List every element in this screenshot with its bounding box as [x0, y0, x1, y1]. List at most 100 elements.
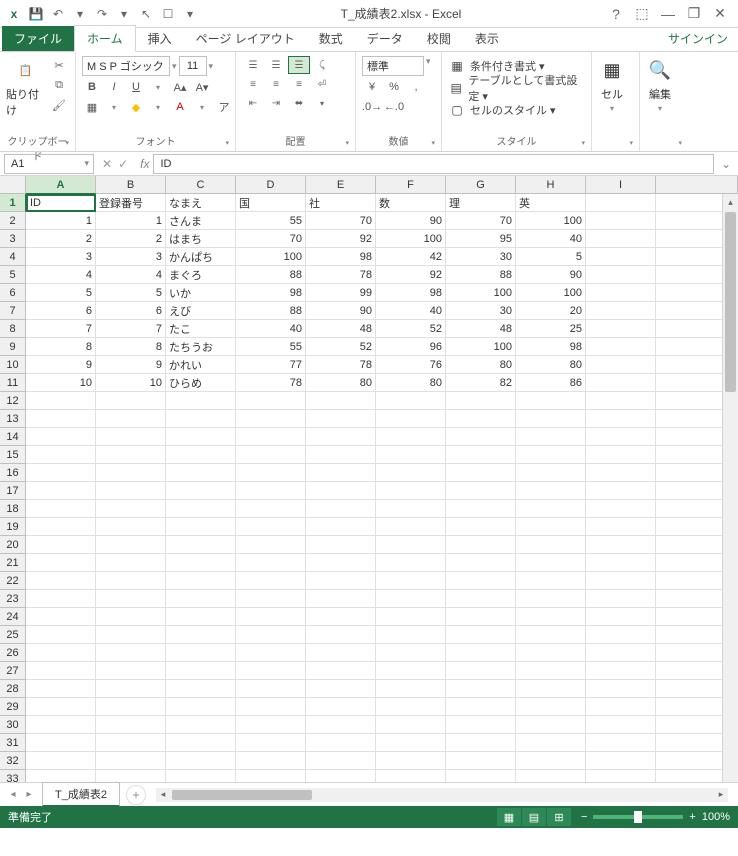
cell[interactable]: [166, 716, 236, 734]
cell[interactable]: 95: [446, 230, 516, 248]
cell[interactable]: 42: [376, 248, 446, 266]
view-page-layout-icon[interactable]: ▤: [522, 808, 546, 826]
cell[interactable]: 80: [306, 374, 376, 392]
cell[interactable]: [96, 446, 166, 464]
col-header[interactable]: B: [96, 176, 166, 194]
cell[interactable]: 6: [96, 302, 166, 320]
underline-button[interactable]: U: [126, 78, 146, 96]
cell[interactable]: [166, 446, 236, 464]
qat-drop2-icon[interactable]: ▾: [116, 6, 132, 22]
cell[interactable]: 77: [236, 356, 306, 374]
cells-button[interactable]: ▦ セル ▾: [598, 56, 626, 113]
cell[interactable]: 7: [26, 320, 96, 338]
cell[interactable]: 80: [516, 356, 586, 374]
comma-icon[interactable]: ,: [406, 78, 426, 96]
cell[interactable]: 76: [376, 356, 446, 374]
cell[interactable]: 4: [26, 266, 96, 284]
cell[interactable]: 100: [376, 230, 446, 248]
cell[interactable]: [586, 248, 656, 266]
cell[interactable]: [26, 464, 96, 482]
cell[interactable]: [236, 770, 306, 782]
cell[interactable]: [96, 428, 166, 446]
cell[interactable]: 国: [236, 194, 306, 212]
cell[interactable]: [26, 608, 96, 626]
format-painter-icon[interactable]: 🖌: [49, 96, 69, 114]
cell[interactable]: [376, 590, 446, 608]
cell[interactable]: [306, 734, 376, 752]
cell[interactable]: [376, 536, 446, 554]
cell[interactable]: [166, 518, 236, 536]
cell[interactable]: [306, 428, 376, 446]
cell[interactable]: [166, 410, 236, 428]
cell[interactable]: 40: [516, 230, 586, 248]
file-tab[interactable]: ファイル: [2, 26, 74, 51]
cell[interactable]: 25: [516, 320, 586, 338]
view-page-break-icon[interactable]: ⊞: [547, 808, 571, 826]
cell[interactable]: 70: [236, 230, 306, 248]
cell[interactable]: 86: [516, 374, 586, 392]
cell[interactable]: [166, 662, 236, 680]
cell[interactable]: [446, 770, 516, 782]
cell[interactable]: [586, 518, 656, 536]
bold-button[interactable]: B: [82, 78, 102, 96]
row-header[interactable]: 21: [0, 554, 26, 572]
horizontal-scrollbar[interactable]: ◂ ▸: [156, 788, 728, 802]
cell[interactable]: [306, 446, 376, 464]
cell[interactable]: [516, 572, 586, 590]
col-header[interactable]: A: [26, 176, 96, 194]
cell[interactable]: [166, 770, 236, 782]
cell[interactable]: [96, 500, 166, 518]
cell[interactable]: 80: [446, 356, 516, 374]
scroll-up-icon[interactable]: ▴: [723, 194, 738, 210]
row-header[interactable]: 3: [0, 230, 26, 248]
italic-button[interactable]: I: [104, 78, 124, 96]
cell[interactable]: [446, 680, 516, 698]
cell[interactable]: 英: [516, 194, 586, 212]
cell[interactable]: [586, 554, 656, 572]
cell[interactable]: [586, 716, 656, 734]
row-header[interactable]: 2: [0, 212, 26, 230]
cell[interactable]: [26, 572, 96, 590]
vscroll-thumb[interactable]: [725, 212, 736, 392]
cell[interactable]: [586, 464, 656, 482]
cell[interactable]: 98: [306, 248, 376, 266]
cell[interactable]: [26, 626, 96, 644]
cell[interactable]: [236, 446, 306, 464]
row-header[interactable]: 24: [0, 608, 26, 626]
cell[interactable]: [26, 392, 96, 410]
row-header[interactable]: 12: [0, 392, 26, 410]
cell[interactable]: 70: [446, 212, 516, 230]
cell[interactable]: 7: [96, 320, 166, 338]
row-header[interactable]: 29: [0, 698, 26, 716]
cell[interactable]: [516, 752, 586, 770]
cell[interactable]: [516, 482, 586, 500]
cursor-icon[interactable]: ↖: [138, 6, 154, 22]
cell[interactable]: [376, 428, 446, 446]
col-header[interactable]: C: [166, 176, 236, 194]
cell[interactable]: 理: [446, 194, 516, 212]
cell[interactable]: 9: [96, 356, 166, 374]
row-header[interactable]: 4: [0, 248, 26, 266]
cell[interactable]: [376, 698, 446, 716]
cell[interactable]: [96, 410, 166, 428]
cell[interactable]: [446, 608, 516, 626]
row-header[interactable]: 32: [0, 752, 26, 770]
row-header[interactable]: 27: [0, 662, 26, 680]
cell[interactable]: [236, 752, 306, 770]
row-header[interactable]: 20: [0, 536, 26, 554]
cell[interactable]: [376, 716, 446, 734]
row-header[interactable]: 25: [0, 626, 26, 644]
undo-icon[interactable]: ↶: [50, 6, 66, 22]
orientation-icon[interactable]: ⤹: [311, 56, 333, 74]
formula-bar[interactable]: ID: [153, 154, 714, 174]
cell[interactable]: 55: [236, 338, 306, 356]
border-icon[interactable]: ▦: [82, 98, 102, 116]
cell[interactable]: [516, 554, 586, 572]
cell[interactable]: [236, 626, 306, 644]
cell[interactable]: [236, 644, 306, 662]
cell[interactable]: [376, 554, 446, 572]
cell[interactable]: [26, 518, 96, 536]
cut-icon[interactable]: ✂: [49, 56, 69, 74]
cell[interactable]: [26, 698, 96, 716]
row-header[interactable]: 14: [0, 428, 26, 446]
